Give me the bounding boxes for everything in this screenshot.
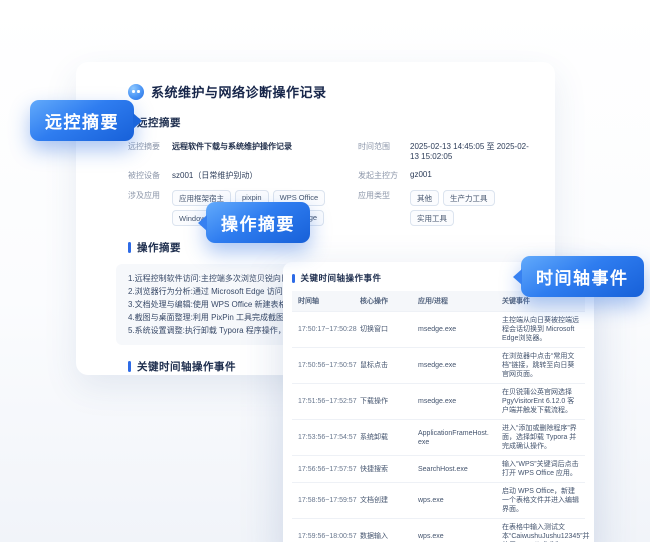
cell-event: 主控端从向日葵被控端远程会话切换到 Microsoft Edge浏览器。 bbox=[496, 312, 585, 348]
cell-time: 17:59:56~18:00:57 bbox=[292, 519, 354, 542]
cell-operation: 快捷搜索 bbox=[354, 456, 412, 483]
cell-app: msedge.exe bbox=[412, 312, 496, 348]
cell-time: 17:50:56~17:50:57 bbox=[292, 348, 354, 384]
cell-operation: 系统卸载 bbox=[354, 420, 412, 456]
cell-event: 进入“添加或删除程序”界面，选择卸载 Typora 并完成确认操作。 bbox=[496, 420, 585, 456]
table-row: 17:56:56~17:57:57 快捷搜索 SearchHost.exe 输入… bbox=[292, 456, 585, 483]
cell-app: ApplicationFrameHost.exe bbox=[412, 420, 496, 456]
column-header-operation: 核心操作 bbox=[354, 291, 412, 312]
table-row: 17:50:17~17:50:28 切换窗口 msedge.exe 主控端从向日… bbox=[292, 312, 585, 348]
cell-operation: 下载操作 bbox=[354, 384, 412, 420]
cell-operation: 文档创建 bbox=[354, 483, 412, 519]
table-row: 17:59:56~18:00:57 数据输入 wps.exe 在表格中输入测试文… bbox=[292, 519, 585, 542]
field-label: 时间范围 bbox=[358, 141, 410, 152]
table-row: 17:58:56~17:59:57 文档创建 wps.exe 启动 WPS Of… bbox=[292, 483, 585, 519]
section-accent-bar bbox=[128, 242, 131, 253]
field-value-summary: 远程软件下载与系统维护操作记录 bbox=[172, 141, 358, 152]
cell-app: wps.exe bbox=[412, 519, 496, 542]
cell-app: msedge.exe bbox=[412, 384, 496, 420]
cell-time: 17:56:56~17:57:57 bbox=[292, 456, 354, 483]
field-label: 应用类型 bbox=[358, 190, 410, 201]
cell-time: 17:58:56~17:59:57 bbox=[292, 483, 354, 519]
cell-time: 17:51:56~17:52:57 bbox=[292, 384, 354, 420]
callout-operation-summary: 操作摘要 bbox=[206, 202, 310, 243]
cell-event: 在浏览器中点击“常用文档”链接，跳转至向日葵官网页面。 bbox=[496, 348, 585, 384]
robot-assistant-icon bbox=[128, 84, 144, 100]
cell-event: 在贝锐蒲公英官网选择 PgyVisitorEnt 6.12.0 客户端并触发下载… bbox=[496, 384, 585, 420]
page-canvas: 系统维护与网络诊断操作记录 远控摘要 远控摘要 远程软件下载与系统维护操作记录 … bbox=[0, 0, 650, 542]
table-row: 17:50:56~17:50:57 鼠标点击 msedge.exe 在浏览器中点… bbox=[292, 348, 585, 384]
cell-time: 17:50:17~17:50:28 bbox=[292, 312, 354, 348]
callout-remote-summary: 远控摘要 bbox=[30, 100, 134, 141]
page-title: 系统维护与网络诊断操作记录 bbox=[151, 82, 327, 101]
field-value-time-range: 2025-02-13 14:45:05 至 2025-02-13 15:02:0… bbox=[410, 141, 531, 161]
timeline-events-title: 关键时间轴操作事件 bbox=[301, 272, 382, 284]
operation-summary-header: 操作摘要 bbox=[128, 240, 531, 255]
timeline-preview-title: 关键时间轴操作事件 bbox=[137, 359, 236, 374]
field-label: 发起主控方 bbox=[358, 170, 410, 181]
cell-event: 启动 WPS Office，新建一个表格文件并进入编辑界面。 bbox=[496, 483, 585, 519]
column-header-time: 时间轴 bbox=[292, 291, 354, 312]
cell-event: 在表格中输入测试文本“CaiwushuJushu12345”并使用 SUM公式求… bbox=[496, 519, 585, 542]
field-label: 远控摘要 bbox=[128, 141, 172, 152]
app-type-tags: 其他 生产力工具 实用工具 bbox=[410, 190, 531, 226]
operation-summary-title: 操作摘要 bbox=[137, 240, 181, 255]
app-type-tag: 实用工具 bbox=[410, 210, 454, 226]
form-row: 被控设备 sz001（日常维护别动） 发起主控方 gz001 bbox=[128, 170, 531, 181]
form-row: 远控摘要 远程软件下载与系统维护操作记录 时间范围 2025-02-13 14:… bbox=[128, 141, 531, 161]
remote-summary-form: 远控摘要 远程软件下载与系统维护操作记录 时间范围 2025-02-13 14:… bbox=[128, 141, 531, 226]
column-header-app-process: 应用/进程 bbox=[412, 291, 496, 312]
report-title-row: 系统维护与网络诊断操作记录 bbox=[128, 82, 531, 101]
remote-summary-header: 远控摘要 bbox=[128, 115, 531, 130]
field-label: 涉及应用 bbox=[128, 190, 172, 201]
cell-operation: 切换窗口 bbox=[354, 312, 412, 348]
field-label: 被控设备 bbox=[128, 170, 172, 181]
timeline-events-card: 关键时间轴操作事件 时间轴 核心操作 应用/进程 关键事件 17:50:17~1… bbox=[283, 262, 594, 542]
form-row-apps: 涉及应用 应用框架宿主 pixpin WPS Office Windows 资源… bbox=[128, 190, 531, 226]
remote-summary-title: 远控摘要 bbox=[137, 115, 181, 130]
callout-timeline-events: 时间轴事件 bbox=[521, 256, 644, 297]
field-value-device: sz001（日常维护别动） bbox=[172, 170, 358, 181]
cell-time: 17:53:56~17:54:57 bbox=[292, 420, 354, 456]
timeline-events-table: 时间轴 核心操作 应用/进程 关键事件 17:50:17~17:50:28 切换… bbox=[292, 291, 585, 542]
cell-app: msedge.exe bbox=[412, 348, 496, 384]
app-type-tag: 生产力工具 bbox=[443, 190, 495, 206]
table-row: 17:53:56~17:54:57 系统卸载 ApplicationFrameH… bbox=[292, 420, 585, 456]
cell-event: 输入“WPS”关键词后点击打开 WPS Office 应用。 bbox=[496, 456, 585, 483]
cell-app: wps.exe bbox=[412, 483, 496, 519]
cell-operation: 鼠标点击 bbox=[354, 348, 412, 384]
app-type-tag: 其他 bbox=[410, 190, 439, 206]
cell-app: SearchHost.exe bbox=[412, 456, 496, 483]
cell-operation: 数据输入 bbox=[354, 519, 412, 542]
field-value-controller: gz001 bbox=[410, 170, 531, 179]
section-accent-bar bbox=[128, 361, 131, 372]
table-row: 17:51:56~17:52:57 下载操作 msedge.exe 在贝锐蒲公英… bbox=[292, 384, 585, 420]
section-accent-bar bbox=[292, 274, 295, 283]
